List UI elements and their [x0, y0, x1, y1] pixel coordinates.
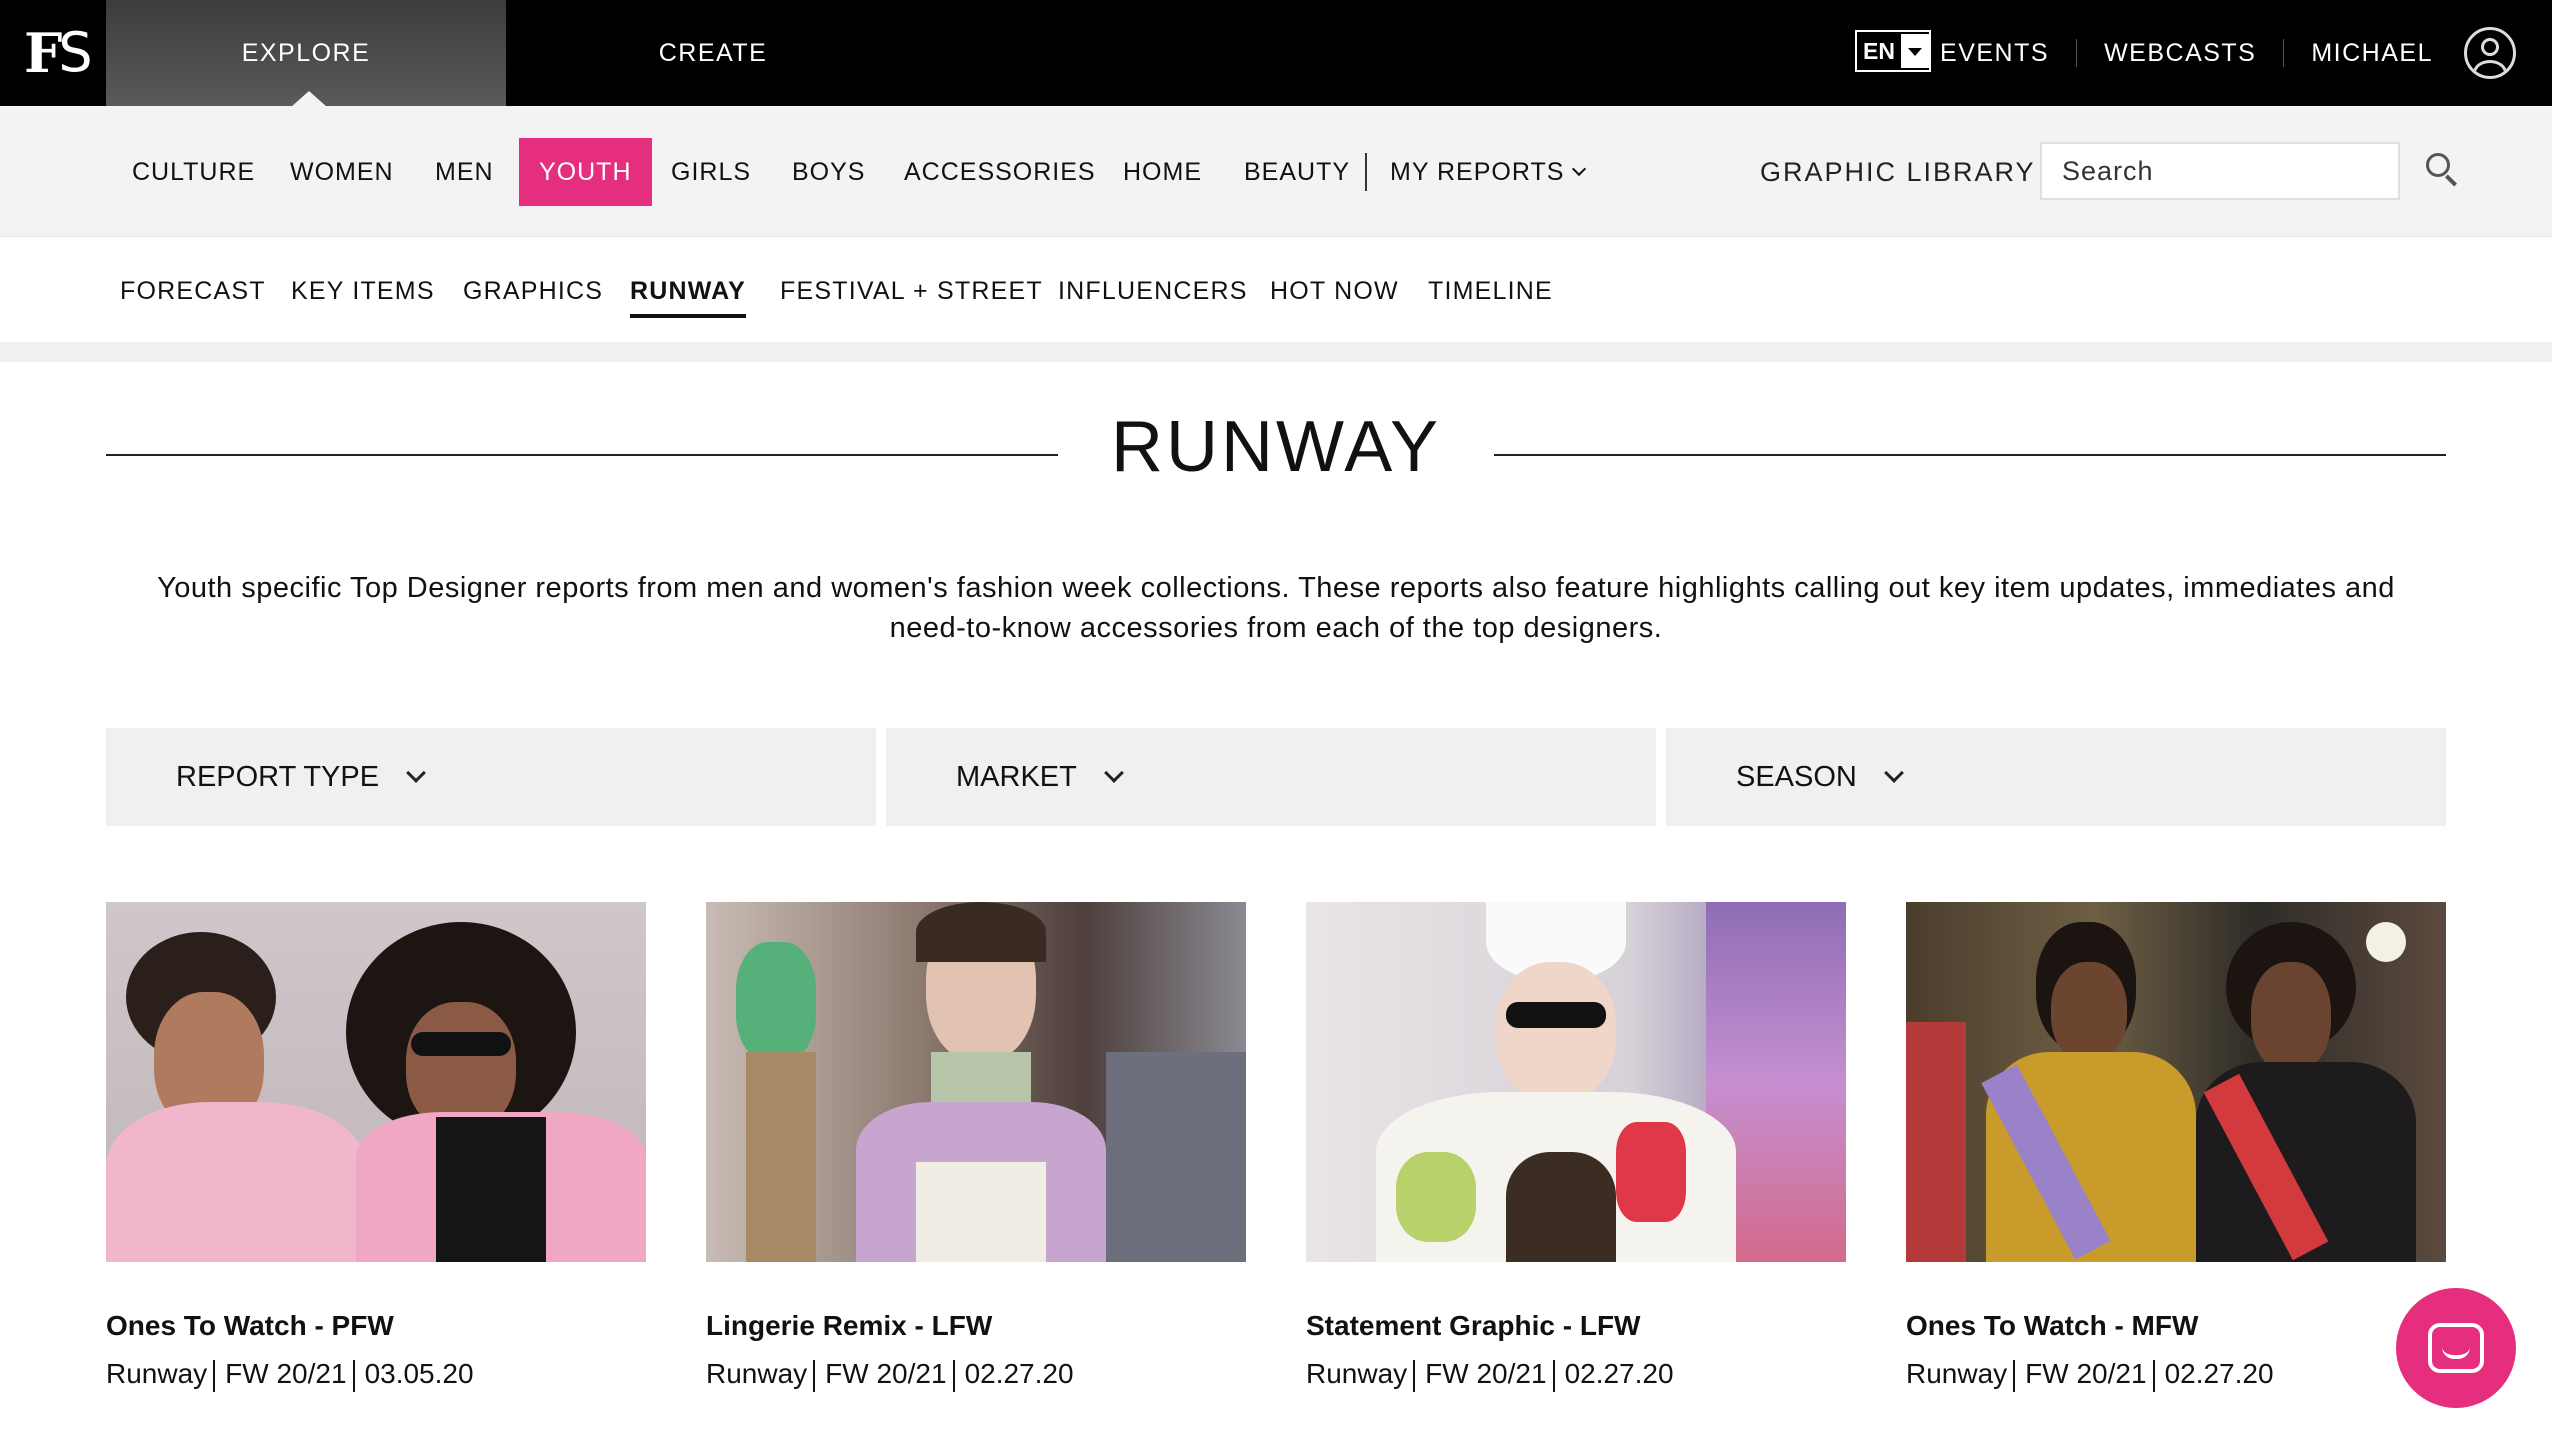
- nav-item-beauty[interactable]: BEAUTY: [1224, 138, 1370, 206]
- card-season: FW 20/21: [2025, 1358, 2147, 1389]
- nav-item-girls[interactable]: GIRLS: [651, 138, 771, 206]
- description-line: Youth specific Top Designer reports from…: [157, 572, 2395, 604]
- webcasts-link[interactable]: WEBCASTS: [2077, 39, 2283, 68]
- nav-item-women[interactable]: WOMEN: [270, 138, 414, 206]
- page-description: Youth specific Top Designer reports from…: [100, 568, 2452, 648]
- my-reports-label: MY REPORTS: [1390, 157, 1565, 186]
- report-card[interactable]: Ones To Watch - MFW Runway FW 20/21 02.27.…: [1906, 902, 2446, 1392]
- nav-item-my-reports[interactable]: MY REPORTS: [1370, 138, 1604, 206]
- card-meta: Runway FW 20/21 02.27.20: [1906, 1358, 2446, 1392]
- title-rule-left: [106, 454, 1058, 456]
- filter-market[interactable]: MARKET: [886, 728, 1656, 826]
- card-meta: Runway FW 20/21 02.27.20: [1306, 1358, 1846, 1392]
- subnav-item-festival-street[interactable]: FESTIVAL + STREET: [780, 277, 1043, 306]
- card-type: Runway: [1906, 1358, 2008, 1389]
- page-title: RUNWAY: [1111, 407, 1441, 487]
- language-code: EN: [1863, 37, 1895, 64]
- report-card[interactable]: Statement Graphic - LFW Runway FW 20/21 02…: [1306, 902, 1846, 1392]
- chevron-down-icon: [406, 763, 426, 783]
- subnav-item-runway[interactable]: RUNWAY: [630, 277, 747, 318]
- nav-item-boys[interactable]: BOYS: [772, 138, 885, 206]
- card-title[interactable]: Ones To Watch - PFW: [106, 1310, 646, 1342]
- chevron-down-icon: [1572, 161, 1587, 177]
- logo-letter-s: S: [58, 21, 93, 84]
- chevron-down-icon: [1103, 763, 1124, 783]
- card-date: 02.27.20: [1564, 1358, 1674, 1389]
- logo-letter-f: F: [24, 21, 62, 85]
- report-thumbnail[interactable]: [106, 902, 646, 1262]
- fs-logo[interactable]: FS: [24, 21, 93, 85]
- filter-season[interactable]: SEASON: [1666, 728, 2446, 826]
- filter-label: MARKET: [956, 760, 1077, 793]
- subnav-item-graphics[interactable]: GRAPHICS: [463, 277, 603, 306]
- description-line: need-to-know accessories from each of th…: [889, 612, 1663, 644]
- card-season: FW 20/21: [1425, 1358, 1547, 1389]
- card-title[interactable]: Ones To Watch - MFW: [1906, 1310, 2446, 1342]
- sub-nav: FORECAST KEY ITEMS GRAPHICS RUNWAY FESTI…: [0, 236, 2552, 342]
- nav-divider: [1365, 153, 1367, 191]
- card-type: Runway: [106, 1358, 208, 1389]
- nav-item-youth[interactable]: YOUTH: [519, 138, 652, 206]
- chat-button[interactable]: [2396, 1288, 2516, 1408]
- graphic-library-link[interactable]: GRAPHIC LIBRARY: [1760, 138, 2036, 206]
- tab-create-label: CREATE: [658, 38, 768, 67]
- card-date: 02.27.20: [964, 1358, 1074, 1389]
- card-type: Runway: [706, 1358, 808, 1389]
- report-thumbnail[interactable]: [1306, 902, 1846, 1262]
- card-meta: Runway FW 20/21 03.05.20: [106, 1358, 646, 1392]
- subnav-item-hot-now[interactable]: HOT NOW: [1270, 277, 1399, 306]
- card-title[interactable]: Statement Graphic - LFW: [1306, 1310, 1846, 1342]
- events-link[interactable]: EVENTS: [1913, 39, 2076, 68]
- filter-label: SEASON: [1736, 760, 1857, 793]
- nav-item-men[interactable]: MEN: [415, 138, 514, 206]
- chevron-down-icon: [1883, 763, 1904, 783]
- subnav-item-key-items[interactable]: KEY ITEMS: [291, 277, 435, 306]
- main-nav: CULTURE WOMEN MEN YOUTH GIRLS BOYS ACCES…: [0, 106, 2552, 236]
- filter-report-type[interactable]: REPORT TYPE: [106, 728, 876, 826]
- nav-item-culture[interactable]: CULTURE: [112, 138, 275, 206]
- report-thumbnail[interactable]: [1906, 902, 2446, 1262]
- subnav-item-timeline[interactable]: TIMELINE: [1428, 277, 1553, 306]
- title-rule-right: [1494, 454, 2446, 456]
- search-box: [2040, 142, 2458, 200]
- card-title[interactable]: Lingerie Remix - LFW: [706, 1310, 1246, 1342]
- card-meta: Runway FW 20/21 02.27.20: [706, 1358, 1246, 1392]
- tab-explore[interactable]: EXPLORE: [106, 0, 506, 107]
- tab-explore-label: EXPLORE: [241, 38, 371, 67]
- filter-label: REPORT TYPE: [176, 760, 380, 793]
- tab-create[interactable]: CREATE: [506, 0, 920, 106]
- section-divider: [0, 342, 2552, 362]
- report-thumbnail[interactable]: [706, 902, 1246, 1262]
- user-name-link[interactable]: MICHAEL: [2284, 39, 2460, 68]
- subnav-item-influencers[interactable]: INFLUENCERS: [1058, 277, 1248, 306]
- top-bar: FS EXPLORE CREATE EN EVENTS WEBCASTS MIC…: [0, 0, 2552, 107]
- card-season: FW 20/21: [225, 1358, 347, 1389]
- search-input[interactable]: [2042, 144, 2416, 198]
- active-tab-notch: [291, 91, 327, 107]
- user-icon[interactable]: [2464, 27, 2516, 79]
- card-season: FW 20/21: [825, 1358, 947, 1389]
- top-links: EVENTS WEBCASTS MICHAEL: [1913, 0, 2516, 106]
- chat-icon: [2428, 1323, 2484, 1373]
- nav-item-home[interactable]: HOME: [1103, 138, 1222, 206]
- subnav-item-forecast[interactable]: FORECAST: [120, 277, 266, 306]
- card-type: Runway: [1306, 1358, 1408, 1389]
- card-date: 03.05.20: [364, 1358, 474, 1389]
- card-date: 02.27.20: [2164, 1358, 2274, 1389]
- nav-item-accessories[interactable]: ACCESSORIES: [884, 138, 1116, 206]
- report-card[interactable]: Ones To Watch - PFW Runway FW 20/21 03.05.…: [106, 902, 646, 1392]
- report-card[interactable]: Lingerie Remix - LFW Runway FW 20/21 02.27…: [706, 902, 1246, 1392]
